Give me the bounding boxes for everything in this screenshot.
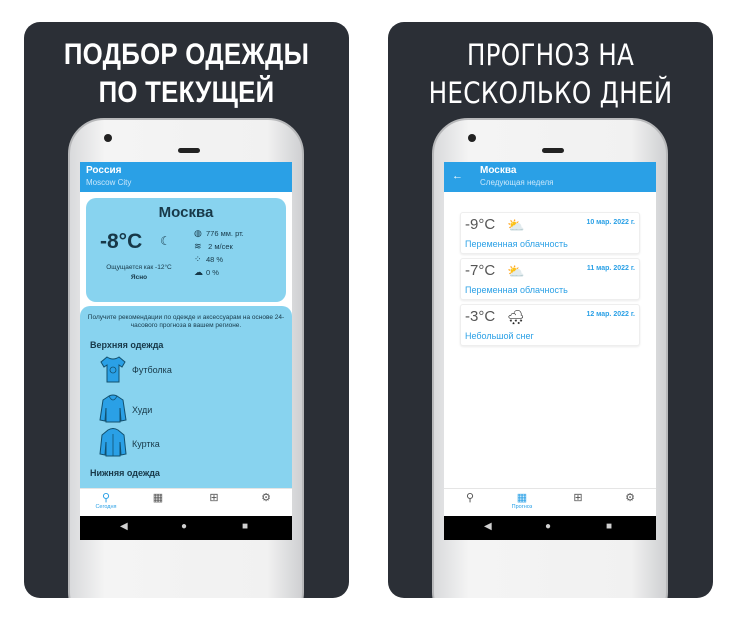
partly-cloudy-icon: ⛅ [507,263,525,279]
calendar-icon: ▦ [152,492,164,504]
back-icon[interactable]: ◀ [484,521,492,532]
droplets-icon: ⁘ [194,254,202,264]
hoodie-icon [99,394,127,423]
forecast-day-card[interactable]: -9°C ⛅ 10 мар. 2022 г. Переменная облачн… [460,212,640,254]
wind-stat: ≋ 2 м/сек [194,241,233,252]
right-promo-panel: ПРОГНОЗ НА НЕСКОЛЬКО ДНЕЙ ← Москва Следу… [388,22,713,598]
location-pin-icon: ⚲ [465,492,475,504]
gear-icon: ⚙ [625,492,635,504]
nav-today[interactable]: ⚲ Сегодня [86,492,126,510]
nav-forecast-label: Прогноз [511,504,533,510]
nav-forecast[interactable]: ▦ Прогноз [502,492,542,510]
clothing-item-tshirt[interactable]: Футболка [98,354,228,386]
pressure-stat: ◍ 776 мм. рт. [194,228,244,239]
gear-icon: ⚙ [261,492,271,504]
wardrobe-icon: ⊞ [209,492,219,504]
right-panel-title: ПРОГНОЗ НА НЕСКОЛЬКО ДНЕЙ [412,36,688,112]
phone-screen-forecast: ← Москва Следующая неделя -9°C ⛅ 10 мар.… [444,162,656,540]
app-bar: Россия Moscow City [80,162,292,192]
clothing-label: Футболка [132,365,172,375]
outerwear-heading: Верхняя одежда [90,340,164,350]
wardrobe-icon: ⊞ [573,492,583,504]
speaker-grille [178,148,200,153]
nav-today-label: Сегодня [95,504,117,510]
day-temperature: -7°C [465,262,496,279]
day-date: 12 мар. 2022 г. [586,311,635,318]
globe-icon: ◍ [194,228,202,238]
left-title-line1: ПОДБОР ОДЕЖДЫ [63,38,310,71]
left-promo-panel: ПОДБОР ОДЕЖДЫ ПО ТЕКУЩЕЙ ПОГОДЕ Россия M… [24,22,349,598]
nav-wardrobe[interactable]: ⊞ [558,492,598,504]
promo-page: ПОДБОР ОДЕЖДЫ ПО ТЕКУЩЕЙ ПОГОДЕ Россия M… [0,0,741,618]
recommendations-card: Получите рекомендации по одежде и аксесс… [80,306,292,506]
phone-screen-today: Россия Moscow City Москва -8°C ☾ Ощущает… [80,162,292,540]
wind-icon: ≋ [194,241,202,251]
phone-frame-left: Россия Moscow City Москва -8°C ☾ Ощущает… [68,118,304,598]
forecast-day-card[interactable]: -3°C 🌨 12 мар. 2022 г. Небольшой снег [460,304,640,346]
partly-cloudy-icon: ⛅ [507,217,525,233]
current-weather-card: Москва -8°C ☾ Ощущается как -12°C Ясно ◍… [86,198,286,302]
condition-text: Ясно [130,274,148,281]
wind-value: 2 м/сек [208,242,233,251]
calendar-icon: ▦ [516,492,528,504]
recents-icon[interactable]: ■ [606,521,612,532]
system-nav-bar: ◀ ● ■ [80,516,292,540]
rain-cloud-icon: ☁ [194,267,203,277]
app-bar-title: Россия [86,165,122,176]
app-bar-subtitle: Moscow City [86,178,132,187]
pressure-value: 776 мм. рт. [206,229,244,238]
day-date: 11 мар. 2022 г. [586,265,635,272]
day-temperature: -3°C [465,308,496,325]
feels-like-text: Ощущается как -12°C [106,264,172,271]
recents-icon[interactable]: ■ [242,521,248,532]
app-bar-title: Москва [480,165,517,176]
bottom-navigation: ⚲ Сегодня ▦ ⊞ ⚙ [80,488,292,516]
underwear-heading: Нижняя одежда [90,468,160,478]
humidity-value: 48 % [206,255,224,264]
app-bar-subtitle: Следующая неделя [480,178,554,187]
back-icon[interactable]: ◀ [120,521,128,532]
clothing-item-hoodie[interactable]: Худи [98,394,228,426]
nav-settings[interactable]: ⚙ [610,492,650,504]
nav-forecast[interactable]: ▦ [138,492,178,504]
day-description: Переменная облачность [465,239,568,249]
home-icon[interactable]: ● [181,521,187,532]
system-nav-bar: ◀ ● ■ [444,516,656,540]
day-date: 10 мар. 2022 г. [586,219,635,226]
precipitation-stat: ☁ 0 % [194,267,219,278]
day-description: Переменная облачность [465,285,568,295]
location-pin-icon: ⚲ [101,492,111,504]
forecast-day-card[interactable]: -7°C ⛅ 11 мар. 2022 г. Переменная облачн… [460,258,640,300]
app-bar: ← Москва Следующая неделя [444,162,656,192]
tshirt-icon [100,356,126,383]
precipitation-value: 0 % [206,268,219,277]
camera-icon [104,134,112,142]
clothing-label: Куртка [132,439,160,449]
nav-settings[interactable]: ⚙ [246,492,286,504]
bottom-navigation: ⚲ ▦ Прогноз ⊞ ⚙ [444,488,656,516]
city-name: Москва [158,204,214,221]
moon-icon: ☾ [160,234,171,248]
home-icon[interactable]: ● [545,521,551,532]
speaker-grille [542,148,564,153]
recommendation-text: Получите рекомендации по одежде и аксесс… [87,314,285,329]
humidity-stat: ⁘ 48 % [194,254,223,265]
camera-icon [468,134,476,142]
clothing-label: Худи [132,405,153,415]
snow-cloud-icon: 🌨 [507,309,525,325]
clothing-item-jacket[interactable]: Куртка [98,428,228,460]
day-description: Небольшой снег [465,331,534,341]
jacket-icon [99,428,127,457]
nav-wardrobe[interactable]: ⊞ [194,492,234,504]
day-temperature: -9°C [465,216,496,233]
phone-frame-right: ← Москва Следующая неделя -9°C ⛅ 10 мар.… [432,118,668,598]
current-temperature: -8°C [100,230,143,253]
back-arrow-icon[interactable]: ← [452,170,463,182]
nav-today[interactable]: ⚲ [450,492,490,504]
right-title-line2: НЕСКОЛЬКО ДНЕЙ [428,76,673,110]
right-title-line1: ПРОГНОЗ НА [466,38,635,72]
